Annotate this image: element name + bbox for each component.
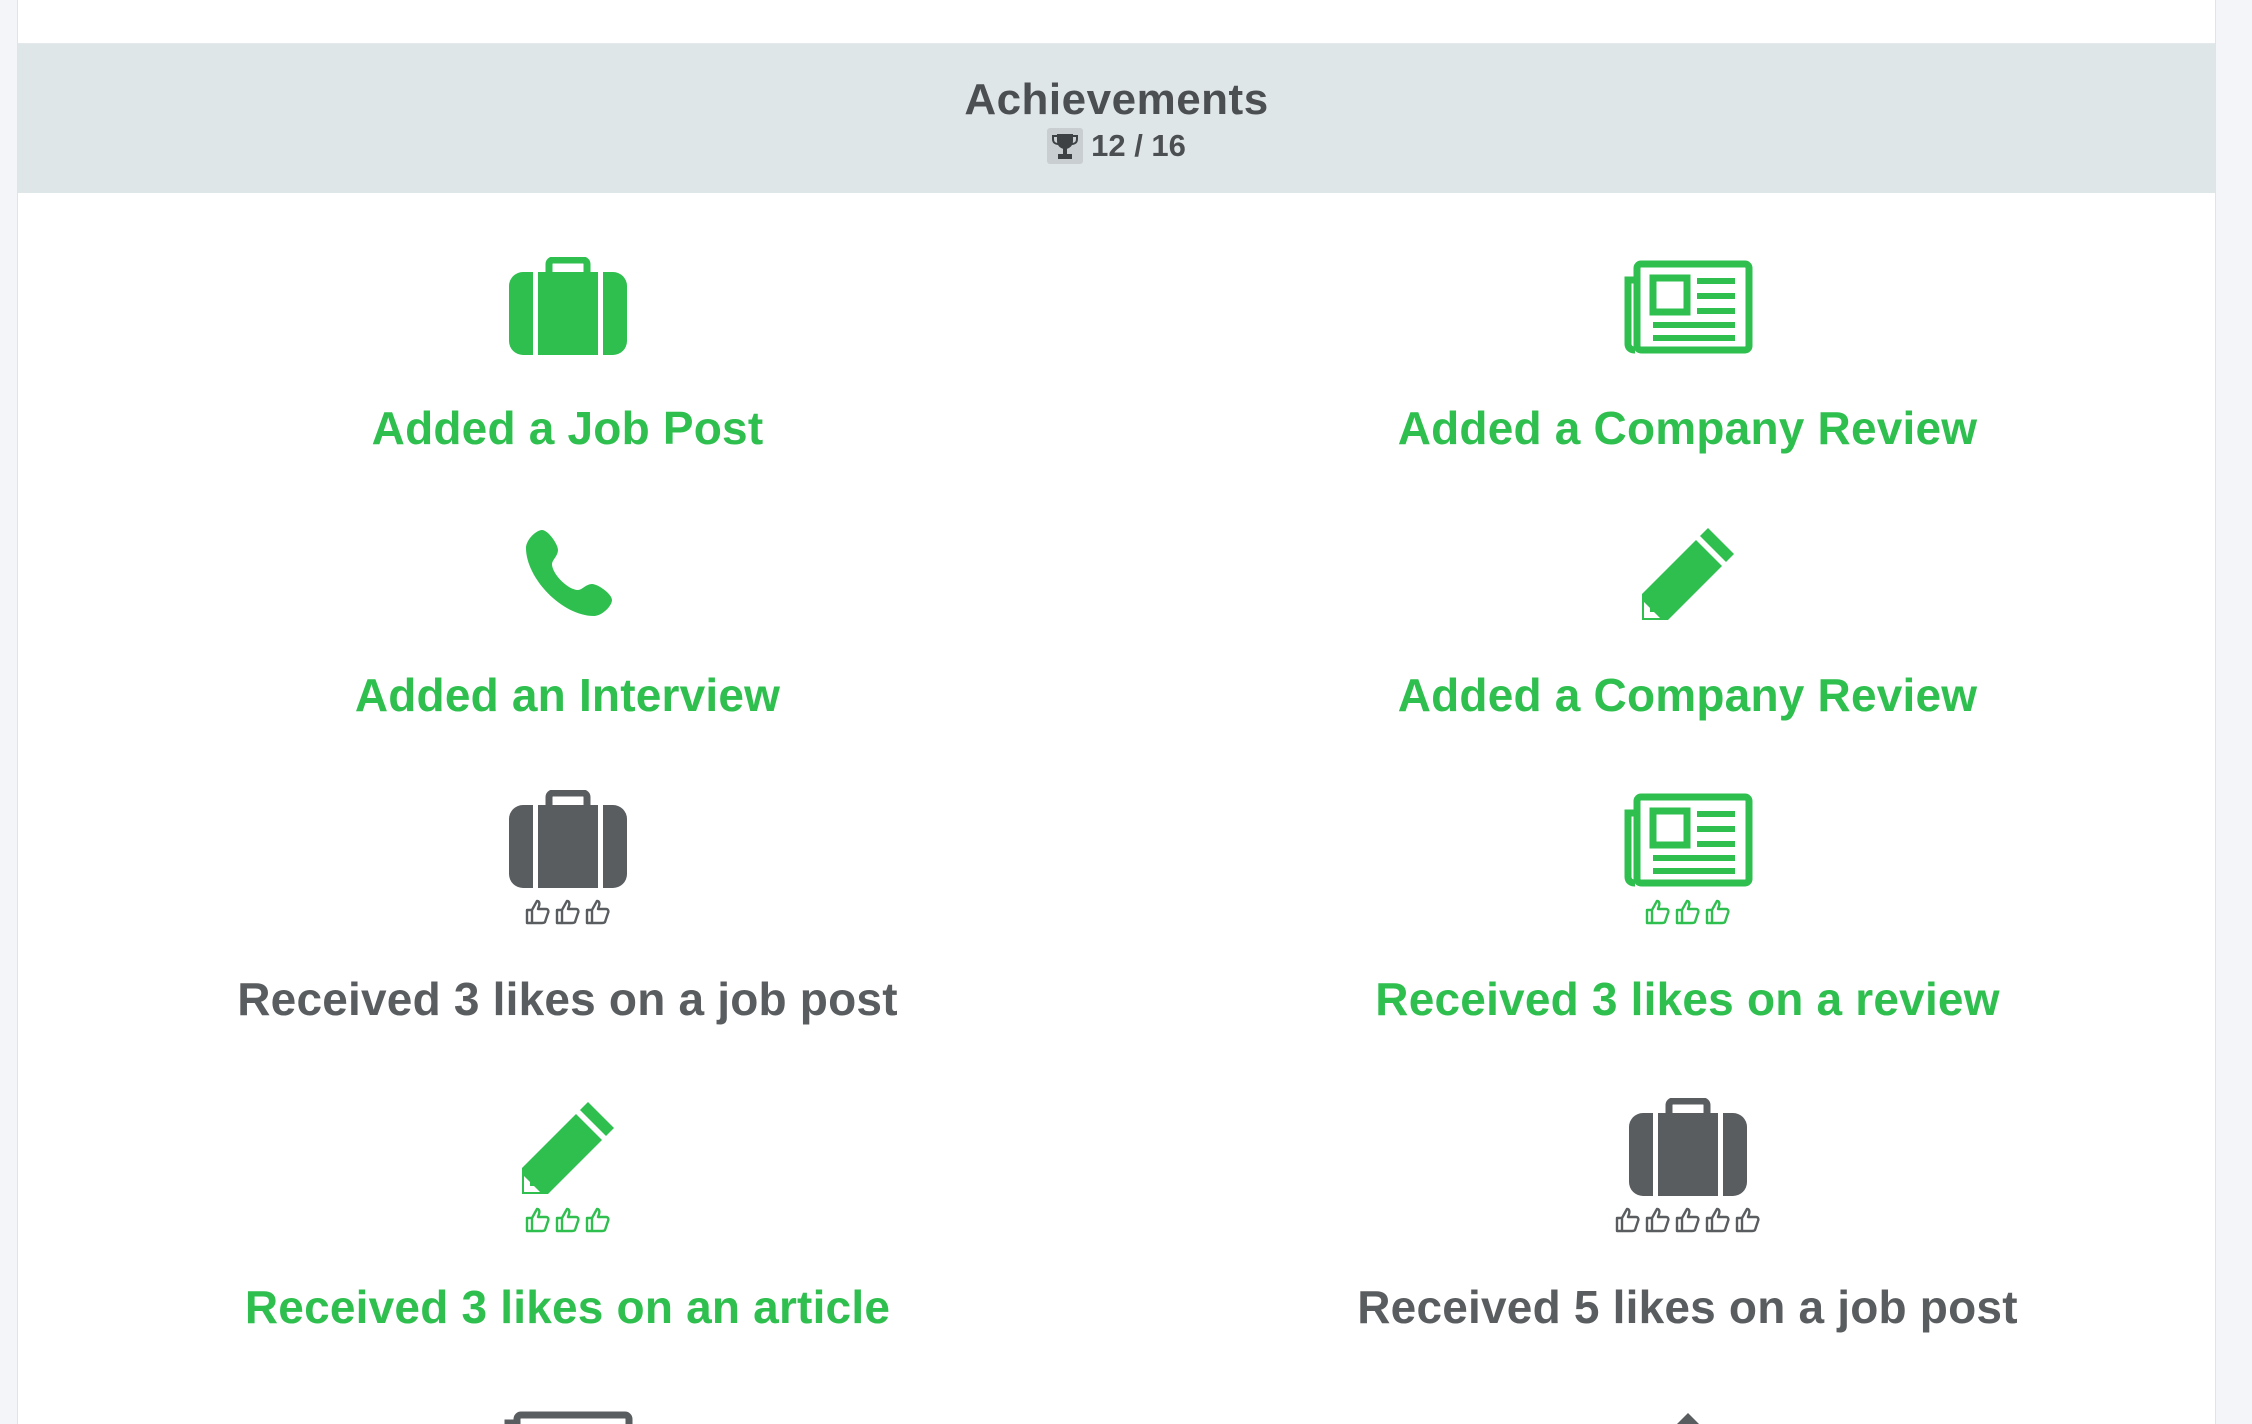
thumbs-up-icon (1704, 898, 1731, 930)
thumbs-up-icon (1614, 1206, 1641, 1238)
achievement-label: Added a Company Review (1397, 669, 1978, 721)
top-strip (18, 0, 2215, 44)
achievements-count: 12 / 16 (1047, 127, 1186, 164)
achievements-header: Achievements 12 / 16 (18, 44, 2215, 193)
thumbs-up-icon (1674, 1206, 1701, 1238)
pencil-icon (1638, 522, 1738, 626)
achievement-item-partial (18, 1411, 1117, 1424)
achievement-label: Added a Company Review (1397, 402, 1978, 454)
achievement-item: Received 5 likes on a job post (1138, 1096, 2215, 1334)
phone-icon (522, 522, 614, 626)
pencil-icon (518, 1096, 618, 1200)
achievements-count-text: 12 / 16 (1091, 127, 1186, 163)
achievement-item: Added an Interview (18, 522, 1117, 722)
thumbs-up-icon (1674, 898, 1701, 930)
briefcase-icon (1628, 1096, 1747, 1200)
thumbs-up-icon (524, 1206, 551, 1238)
achievement-item: Added a Company Review (1138, 255, 2215, 455)
thumbs-up-icon (584, 1206, 611, 1238)
achievement-item: Added a Job Post (18, 255, 1117, 455)
achievement-label: Added an Interview (354, 669, 781, 721)
achievement-item: Received 3 likes on a job post (18, 788, 1117, 1026)
achievements-panel: Achievements 12 / 16 Added a Job Post Ad… (17, 0, 2216, 1424)
achievements-title: Achievements (964, 74, 1269, 124)
achievement-item: Received 3 likes on an article (18, 1096, 1117, 1334)
newspaper-icon (1623, 255, 1753, 359)
likes-row (1644, 898, 1731, 930)
achievement-item: Received 3 likes on a review (1138, 788, 2215, 1026)
newspaper-icon (503, 1411, 633, 1424)
achievement-label: Received 3 likes on an article (244, 1281, 891, 1333)
trophy-icon (1047, 127, 1084, 164)
thumbs-up-icon (554, 1206, 581, 1238)
achievement-label: Added a Job Post (371, 402, 764, 454)
achievement-item-partial (1138, 1411, 2215, 1424)
briefcase-icon (508, 788, 627, 892)
thumbs-up-icon (1704, 1206, 1731, 1238)
likes-row (524, 898, 611, 930)
thumbs-up-icon (524, 898, 551, 930)
newspaper-icon (1623, 788, 1753, 892)
achievement-label: Received 3 likes on a review (1375, 973, 2000, 1025)
thumbs-up-icon (584, 898, 611, 930)
thumbs-up-icon (554, 898, 581, 930)
likes-row (524, 1206, 611, 1238)
briefcase-icon (508, 255, 627, 359)
pencil-icon (1673, 1411, 1703, 1424)
achievement-label: Received 3 likes on a job post (237, 973, 898, 1025)
thumbs-up-icon (1644, 1206, 1671, 1238)
thumbs-up-icon (1734, 1206, 1761, 1238)
achievement-item: Added a Company Review (1138, 522, 2215, 722)
likes-row (1614, 1206, 1761, 1238)
achievement-label: Received 5 likes on a job post (1357, 1281, 2018, 1333)
thumbs-up-icon (1644, 898, 1671, 930)
